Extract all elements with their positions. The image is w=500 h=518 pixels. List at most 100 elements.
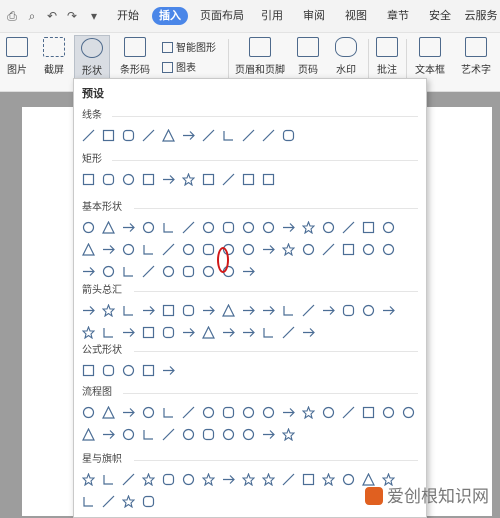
shape-item-icon[interactable]	[262, 326, 275, 339]
shape-item-icon[interactable]	[282, 406, 295, 419]
shape-item-icon[interactable]	[342, 243, 355, 256]
shape-item-icon[interactable]	[82, 428, 95, 441]
picture-button[interactable]: 图片	[2, 35, 32, 81]
shape-item-icon[interactable]	[202, 473, 215, 486]
shape-item-icon[interactable]	[382, 406, 395, 419]
shape-item-icon[interactable]	[162, 221, 175, 234]
shape-item-icon[interactable]	[262, 428, 275, 441]
shape-item-icon[interactable]	[222, 304, 235, 317]
shape-item-icon[interactable]	[242, 326, 255, 339]
shape-item-icon[interactable]	[202, 304, 215, 317]
shape-item-icon[interactable]	[262, 173, 275, 186]
shape-item-icon[interactable]	[362, 304, 375, 317]
shape-item-icon[interactable]	[222, 221, 235, 234]
shape-item-icon[interactable]	[82, 495, 95, 508]
shape-item-icon[interactable]	[82, 473, 95, 486]
textbox-button[interactable]: 文本框	[410, 35, 450, 81]
shape-item-icon[interactable]	[302, 243, 315, 256]
shape-item-icon[interactable]	[262, 304, 275, 317]
shape-item-icon[interactable]	[142, 173, 155, 186]
shape-item-icon[interactable]	[122, 428, 135, 441]
shape-item-icon[interactable]	[262, 473, 275, 486]
shape-item-icon[interactable]	[242, 473, 255, 486]
smartart-button[interactable]: 智能图形	[162, 41, 216, 57]
tab-cloud-service[interactable]: 云服务	[462, 7, 500, 25]
shape-item-icon[interactable]	[322, 243, 335, 256]
shape-item-icon[interactable]	[242, 428, 255, 441]
shape-item-icon[interactable]	[122, 473, 135, 486]
shape-item-icon[interactable]	[282, 243, 295, 256]
shape-item-icon[interactable]	[162, 473, 175, 486]
shape-item-icon[interactable]	[102, 129, 115, 142]
shape-item-icon[interactable]	[142, 406, 155, 419]
shape-item-icon[interactable]	[242, 265, 255, 278]
shape-item-icon[interactable]	[262, 406, 275, 419]
shape-item-icon[interactable]	[242, 221, 255, 234]
shape-item-icon[interactable]	[142, 473, 155, 486]
shape-item-icon[interactable]	[242, 243, 255, 256]
shape-item-icon[interactable]	[222, 129, 235, 142]
shape-item-icon[interactable]	[142, 495, 155, 508]
shape-item-icon[interactable]	[242, 304, 255, 317]
shape-item-icon[interactable]	[162, 129, 175, 142]
shape-item-icon[interactable]	[122, 364, 135, 377]
shape-item-icon[interactable]	[122, 326, 135, 339]
shape-item-icon[interactable]	[102, 243, 115, 256]
shape-item-icon[interactable]	[82, 265, 95, 278]
shape-item-icon[interactable]	[202, 129, 215, 142]
shape-item-icon[interactable]	[302, 221, 315, 234]
shape-item-icon[interactable]	[82, 304, 95, 317]
shape-item-icon[interactable]	[182, 304, 195, 317]
undo-icon[interactable]: ↶	[44, 8, 60, 24]
shape-item-icon[interactable]	[182, 428, 195, 441]
shape-item-icon[interactable]	[282, 326, 295, 339]
shape-item-icon[interactable]	[302, 326, 315, 339]
shape-item-icon[interactable]	[102, 304, 115, 317]
shape-item-icon[interactable]	[382, 304, 395, 317]
shape-item-icon[interactable]	[162, 406, 175, 419]
shape-item-icon[interactable]	[222, 428, 235, 441]
shape-item-icon[interactable]	[202, 428, 215, 441]
shape-item-icon[interactable]	[302, 473, 315, 486]
barcode-button[interactable]: 条形码	[114, 35, 156, 81]
tab-section[interactable]: 章节	[382, 7, 414, 25]
shape-item-icon[interactable]	[162, 428, 175, 441]
comment-button[interactable]: 批注	[372, 35, 402, 81]
shape-item-icon[interactable]	[122, 129, 135, 142]
shape-item-icon[interactable]	[142, 129, 155, 142]
shape-item-icon[interactable]	[142, 364, 155, 377]
shape-item-icon[interactable]	[222, 326, 235, 339]
shape-item-icon[interactable]	[82, 364, 95, 377]
shape-item-icon[interactable]	[142, 243, 155, 256]
shape-item-icon[interactable]	[322, 473, 335, 486]
shape-item-icon[interactable]	[162, 304, 175, 317]
shape-item-icon[interactable]	[362, 243, 375, 256]
shape-item-icon[interactable]	[262, 243, 275, 256]
shape-item-icon[interactable]	[162, 173, 175, 186]
shape-item-icon[interactable]	[182, 221, 195, 234]
shape-item-icon[interactable]	[102, 265, 115, 278]
chart-button[interactable]: 图表	[162, 61, 196, 77]
shape-item-icon[interactable]	[102, 495, 115, 508]
watermark-button[interactable]: 水印	[328, 35, 364, 81]
wordart-button[interactable]: 艺术字	[454, 35, 498, 81]
shape-item-icon[interactable]	[182, 473, 195, 486]
tab-insert[interactable]: 插入	[152, 7, 188, 25]
shape-item-icon[interactable]	[302, 304, 315, 317]
shape-item-icon[interactable]	[362, 406, 375, 419]
shape-item-icon[interactable]	[102, 221, 115, 234]
shape-item-icon[interactable]	[222, 406, 235, 419]
shape-item-icon[interactable]	[302, 406, 315, 419]
shape-item-icon[interactable]	[222, 173, 235, 186]
tab-review[interactable]: 审阅	[298, 7, 330, 25]
tab-view[interactable]: 视图	[340, 7, 372, 25]
shape-item-icon[interactable]	[122, 406, 135, 419]
print-icon[interactable]: ⎙	[4, 8, 20, 24]
tab-security[interactable]: 安全	[424, 7, 456, 25]
shape-item-icon[interactable]	[142, 265, 155, 278]
shape-item-icon[interactable]	[202, 221, 215, 234]
shape-item-icon[interactable]	[122, 495, 135, 508]
shape-item-icon[interactable]	[182, 173, 195, 186]
shape-item-icon[interactable]	[182, 265, 195, 278]
shape-item-icon[interactable]	[102, 428, 115, 441]
